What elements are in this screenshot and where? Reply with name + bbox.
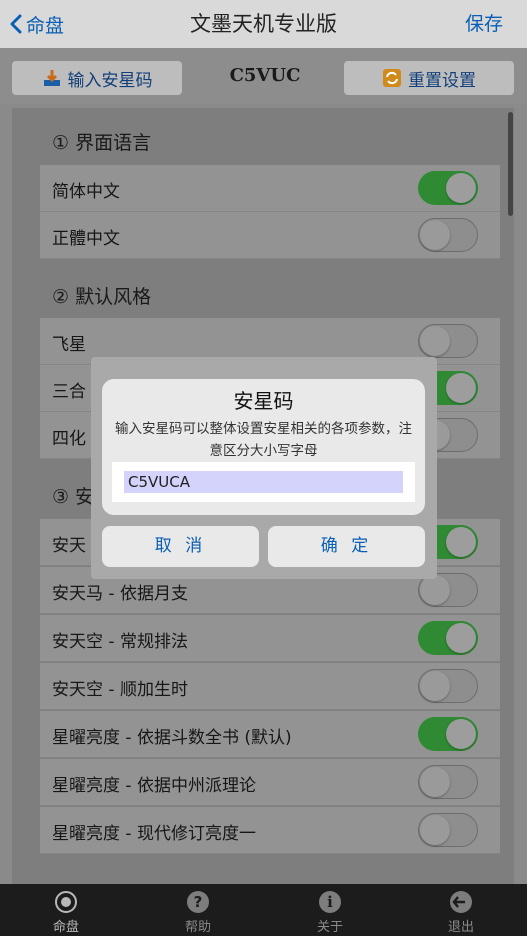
toggle-switch[interactable] (418, 669, 478, 703)
row-label: 安天马 - 依据月支 (52, 584, 188, 604)
row-label: 正體中文 (52, 229, 120, 249)
toggle-switch[interactable] (418, 765, 478, 799)
toggle-switch[interactable] (418, 621, 478, 655)
tab-help[interactable]: ? 帮助 (148, 890, 248, 935)
row-label: 星曜亮度 - 现代修订亮度一 (52, 824, 256, 844)
tab-bar: 命盘 ? 帮助 i 关于 退出 (0, 884, 527, 936)
download-icon (42, 68, 62, 88)
row-label: 简体中文 (52, 182, 120, 202)
reset-settings-button[interactable]: 重置设置 (344, 61, 514, 95)
reset-label: 重置设置 (408, 70, 476, 91)
tab-label: 关于 (316, 920, 343, 935)
toggle-switch[interactable] (418, 324, 478, 358)
row-label: 四化 (52, 429, 86, 449)
tab-label: 帮助 (184, 920, 211, 935)
toggle-switch[interactable] (418, 171, 478, 205)
dialog-message: 输入安星码可以整体设置安星相关的各项参数，注意区分大小写字母 (115, 421, 412, 459)
section-title-style: ② 默认风格 (52, 286, 152, 308)
info-icon: i (319, 891, 341, 913)
refresh-icon (382, 68, 402, 88)
section-title-language: ① 界面语言 (52, 132, 152, 154)
chart-icon (55, 891, 77, 913)
tab-chart[interactable]: 命盘 (16, 890, 116, 935)
row-label: 三合 (52, 382, 86, 402)
cancel-button[interactable]: 取 消 (102, 526, 259, 567)
toggle-switch[interactable] (418, 218, 478, 252)
tab-exit[interactable]: 退出 (411, 890, 511, 935)
scrollbar[interactable] (508, 112, 513, 216)
row-label: 星曜亮度 - 依据中州派理论 (52, 776, 256, 796)
list-item[interactable]: 星曜亮度 - 现代修订亮度一 (40, 807, 500, 854)
navigation-bar: 命盘 文墨天机专业版 保存 (0, 0, 527, 48)
page-title: 文墨天机专业版 (190, 12, 337, 36)
list-item[interactable]: 正體中文 (40, 212, 500, 259)
list-item[interactable]: 星曜亮度 - 依据斗数全书 (默认) (40, 711, 500, 758)
toggle-switch[interactable] (418, 717, 478, 751)
row-label: 星曜亮度 - 依据斗数全书 (默认) (52, 728, 292, 748)
list-item[interactable]: 简体中文 (40, 165, 500, 212)
list-item[interactable]: 安天空 - 顺加生时 (40, 663, 500, 710)
confirm-button[interactable]: 确 定 (268, 526, 425, 567)
exit-icon (450, 891, 472, 913)
section-title-star: ③ 安 (52, 486, 95, 508)
tab-label: 退出 (447, 920, 474, 935)
dialog-title: 安星码 (233, 389, 294, 413)
input-code-button[interactable]: 输入安星码 (12, 61, 182, 95)
tab-label: 命盘 (52, 920, 79, 935)
row-label: 安天空 - 顺加生时 (52, 680, 188, 700)
code-input[interactable] (124, 471, 403, 493)
list-item[interactable]: 安天空 - 常规排法 (40, 615, 500, 662)
toggle-switch[interactable] (418, 813, 478, 847)
code-dialog: 安星码 输入安星码可以整体设置安星相关的各项参数，注意区分大小写字母 (102, 379, 425, 515)
current-code: C5VUC (229, 65, 301, 86)
list-item[interactable]: 星曜亮度 - 依据中州派理论 (40, 759, 500, 806)
svg-text:?: ? (194, 893, 203, 911)
svg-text:i: i (327, 893, 333, 911)
toolbar: 输入安星码 C5VUC 重置设置 (0, 48, 527, 104)
tab-about[interactable]: i 关于 (280, 890, 380, 935)
input-code-label: 输入安星码 (67, 70, 153, 91)
row-label: 安天 (52, 536, 86, 556)
dialog-input-container (112, 462, 415, 502)
row-label: 安天空 - 常规排法 (52, 632, 188, 652)
save-button[interactable]: 保存 (465, 10, 503, 38)
row-label: 飞星 (52, 335, 86, 355)
help-icon: ? (187, 891, 209, 913)
